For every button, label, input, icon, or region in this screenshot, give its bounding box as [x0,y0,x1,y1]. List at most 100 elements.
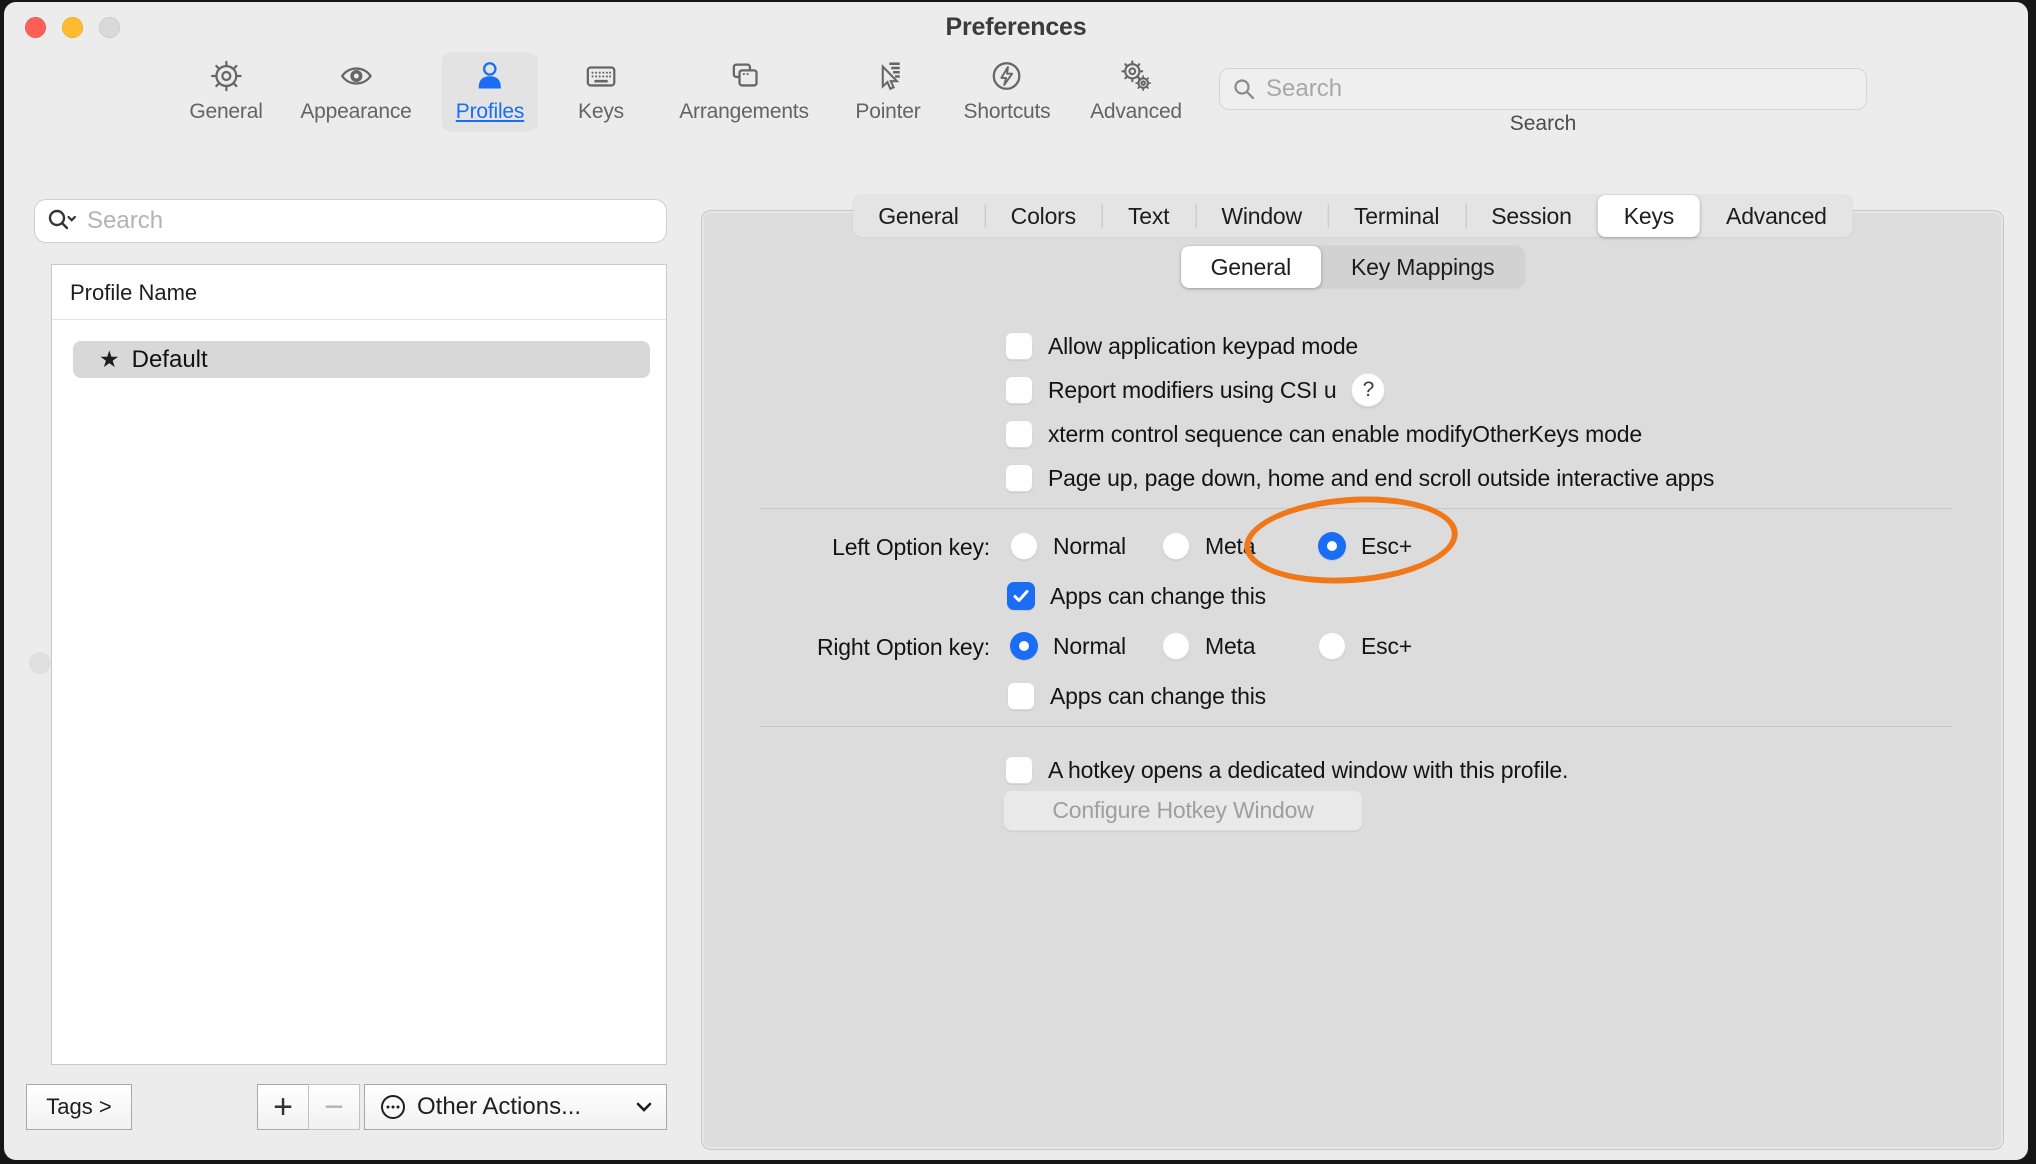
checkbox-csi-u[interactable]: Report modifiers using CSI u ? [1005,375,1385,405]
toolbar-item-profiles[interactable]: Profiles [442,52,538,132]
radio-label: Esc+ [1361,633,1412,660]
toolbar-label: Appearance [300,100,411,124]
scoped-search-icon[interactable] [47,208,77,234]
toolbar-item-general[interactable]: General [175,52,276,132]
checkbox-modifyotherkeys[interactable]: xterm control sequence can enable modify… [1005,419,1642,449]
toolbar-label: Pointer [855,100,920,124]
star-icon: ★ [99,346,120,373]
checkbox-left-apps-can-change[interactable]: Apps can change this [1007,581,1266,611]
radio-button[interactable] [1162,532,1190,560]
subtab-key-mappings[interactable]: Key Mappings [1321,246,1524,288]
toolbar-search-caption: Search [1219,112,1867,136]
checkbox-label: Apps can change this [1050,583,1266,610]
checkbox-label: Allow application keypad mode [1048,333,1358,360]
checkbox-label: A hotkey opens a dedicated window with t… [1048,757,1568,784]
checkbox-box[interactable] [1005,756,1033,784]
checkbox-box[interactable] [1007,582,1035,610]
profile-row-default[interactable]: ★ Default [73,341,650,378]
profile-list: Profile Name ★ Default [51,264,667,1065]
toolbar-label: Arrangements [679,100,809,124]
profile-tab-bar: General Colors Text Window Terminal Sess… [852,195,1853,237]
tab-advanced[interactable]: Advanced [1700,195,1853,237]
radio-label: Meta [1205,533,1255,560]
toolbar-label: Profiles [456,100,524,124]
radio-left-option-esc[interactable]: Esc+ [1318,531,1412,561]
other-actions-label: Other Actions... [417,1093,581,1121]
radio-button[interactable] [1162,632,1190,660]
checkbox-label: Apps can change this [1050,683,1266,710]
checkbox-label: Report modifiers using CSI u [1048,377,1336,404]
toolbar-label: Advanced [1090,100,1182,124]
checkbox-box[interactable] [1005,332,1033,360]
radio-button[interactable] [1010,532,1038,560]
right-option-key-label: Right Option key: [730,634,990,661]
window-title: Preferences [4,13,2028,42]
checkbox-box[interactable] [1005,376,1033,404]
toolbar-item-shortcuts[interactable]: Shortcuts [950,52,1065,132]
radio-label: Meta [1205,633,1255,660]
radio-left-option-meta[interactable]: Meta [1162,531,1255,561]
tab-text[interactable]: Text [1102,195,1195,237]
radio-label: Esc+ [1361,533,1412,560]
tab-colors[interactable]: Colors [985,195,1102,237]
tab-terminal[interactable]: Terminal [1328,195,1465,237]
cursor-icon [871,59,905,93]
toolbar-label: General [189,100,262,124]
tags-button[interactable]: Tags > [26,1084,132,1130]
profile-search-field[interactable] [34,199,667,243]
keys-settings-panel: General Colors Text Window Terminal Sess… [701,210,2004,1150]
checkbox-box[interactable] [1005,464,1033,492]
search-icon [1232,77,1256,101]
radio-right-option-meta[interactable]: Meta [1162,631,1255,661]
person-icon [473,59,507,93]
toolbar-item-advanced[interactable]: Advanced [1076,52,1196,132]
tab-keys[interactable]: Keys [1598,195,1700,237]
radio-right-option-esc[interactable]: Esc+ [1318,631,1412,661]
toolbar-item-keys[interactable]: Keys [564,52,638,132]
radio-button[interactable] [1318,632,1346,660]
radio-right-option-normal[interactable]: Normal [1010,631,1126,661]
checkbox-scroll-outside-apps[interactable]: Page up, page down, home and end scroll … [1005,463,1714,493]
toolbar-label: Shortcuts [964,100,1051,124]
tab-general[interactable]: General [852,195,984,237]
radio-button[interactable] [1010,632,1038,660]
lightning-icon [990,59,1024,93]
toolbar-item-appearance[interactable]: Appearance [286,52,425,132]
toolbar-search-input[interactable] [1266,75,1854,103]
toolbar-item-arrangements[interactable]: Arrangements [665,52,823,132]
profile-name: Default [132,346,208,374]
checkbox-label: xterm control sequence can enable modify… [1048,421,1642,448]
add-profile-button[interactable]: + [257,1084,309,1130]
radio-left-option-normal[interactable]: Normal [1010,531,1126,561]
splitter-handle[interactable] [29,652,51,674]
help-button[interactable]: ? [1351,373,1385,407]
toolbar-item-pointer[interactable]: Pointer [841,52,934,132]
eye-icon [339,59,373,93]
checkbox-label: Page up, page down, home and end scroll … [1048,465,1714,492]
checkbox-hotkey-window[interactable]: A hotkey opens a dedicated window with t… [1005,755,1568,785]
toolbar-label: Keys [578,100,624,124]
configure-hotkey-window-button[interactable]: Configure Hotkey Window [1003,790,1363,831]
checkbox-right-apps-can-change[interactable]: Apps can change this [1007,681,1266,711]
preferences-window: Preferences General Appearance Profiles [4,2,2028,1160]
subtab-general[interactable]: General [1181,246,1321,288]
keys-subtab-bar: General Key Mappings [1181,246,1525,288]
separator [760,726,1952,727]
profile-search-input[interactable] [87,207,654,235]
circle-ellipsis-icon [379,1093,407,1121]
remove-profile-button[interactable]: − [308,1084,360,1130]
left-option-key-label: Left Option key: [730,534,990,561]
gears-icon [1119,59,1153,93]
checkbox-keypad-mode[interactable]: Allow application keypad mode [1005,331,1358,361]
profile-list-header: Profile Name [52,265,666,320]
chevron-down-icon [636,1102,652,1112]
other-actions-dropdown[interactable]: Other Actions... [364,1084,667,1130]
checkbox-box[interactable] [1005,420,1033,448]
tab-window[interactable]: Window [1195,195,1328,237]
tab-session[interactable]: Session [1465,195,1597,237]
radio-label: Normal [1053,633,1126,660]
radio-button[interactable] [1318,532,1346,560]
toolbar-search-field[interactable] [1219,68,1867,110]
separator [760,508,1952,509]
checkbox-box[interactable] [1007,682,1035,710]
